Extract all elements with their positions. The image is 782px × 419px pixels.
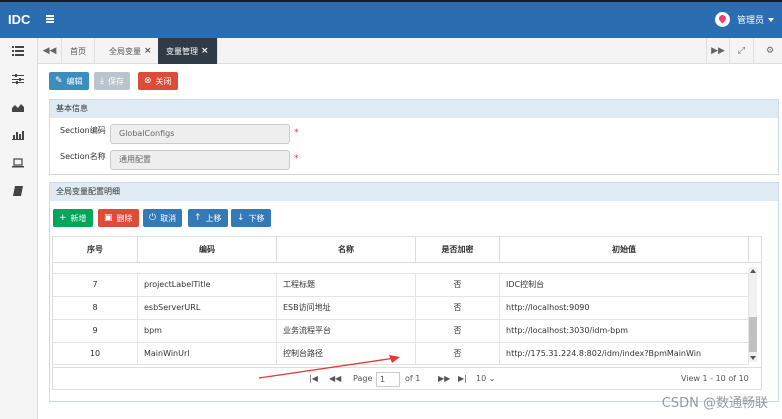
grid-scrollbar[interactable]: [749, 267, 757, 362]
left-sidebar: [0, 38, 38, 419]
arrow-down-icon: ↓: [237, 213, 245, 223]
column-header[interactable]: 编码: [138, 237, 277, 262]
last-page-icon[interactable]: ▶|: [458, 374, 467, 383]
grid-header: 序号 编码 名称 是否加密 初始值: [53, 237, 761, 263]
page-size-select[interactable]: 10 ⌄: [476, 374, 495, 383]
tab-strip: ◀◀ 首页 全局变量 × 变量管理 × ▶▶ ⤢ ⚙: [38, 38, 782, 64]
cell-encrypted: 否: [416, 274, 500, 296]
required-mark: *: [294, 154, 299, 164]
user-menu[interactable]: 管理员: [714, 12, 774, 27]
move-up-button[interactable]: ↑ 上移: [188, 209, 228, 227]
watermark: CSDN @数通畅联: [661, 396, 768, 411]
cell-no: 8: [53, 297, 138, 319]
view-count: View 1 - 10 of 10: [681, 374, 749, 383]
scrollbar-thumb[interactable]: [749, 317, 757, 352]
cell-name: 业务流程平台: [277, 320, 416, 342]
cell-code: projectLabelTitle: [138, 274, 277, 296]
user-avatar-icon: [714, 12, 730, 27]
tab-label: 变量管理: [166, 46, 198, 56]
cell-name: ESB访问地址: [277, 297, 416, 319]
table-row[interactable]: 8 esbServerURL ESB访问地址 否 http://localhos…: [53, 296, 749, 319]
tab-variable-management[interactable]: 变量管理 ×: [158, 38, 218, 64]
panel-title: 全局变量配置明细: [50, 183, 778, 201]
move-up-label: 上移: [205, 213, 222, 223]
delete-button[interactable]: ▣ 删除: [98, 209, 139, 227]
cell-no: 7: [53, 274, 138, 296]
book-icon[interactable]: [12, 186, 24, 196]
cell-name: 工程标题: [277, 274, 416, 296]
chevron-down-icon: ⌄: [488, 374, 496, 383]
scroll-up-icon[interactable]: [750, 269, 756, 273]
edit-icon: ✎: [55, 76, 63, 86]
edit-button[interactable]: ✎ 编辑: [49, 72, 89, 90]
bar-chart-icon[interactable]: [12, 130, 24, 140]
cell-value: IDC控制台: [500, 274, 749, 296]
annotation-arrow: [258, 355, 400, 379]
move-down-label: 下移: [248, 213, 265, 223]
cell-value: http://175.31.224.8:802/idm/index?BpmMai…: [500, 343, 749, 364]
list-icon[interactable]: [12, 46, 24, 56]
column-header[interactable]: 名称: [277, 237, 416, 262]
move-down-button[interactable]: ↓ 下移: [231, 209, 271, 227]
tab-label: 首页: [70, 46, 86, 56]
tab-home[interactable]: 首页: [62, 38, 95, 64]
add-label: 新增: [70, 213, 87, 223]
required-mark: *: [294, 128, 299, 138]
chevron-down-icon: [768, 17, 774, 22]
page-size-value: 10: [476, 374, 487, 383]
cell-value: http://localhost:3030/idm-bpm: [500, 320, 749, 342]
app-brand[interactable]: IDC: [8, 12, 30, 27]
plus-icon: +: [59, 213, 67, 223]
cell-value: http://localhost:9090: [500, 297, 749, 319]
tabs-scroll-right-icon[interactable]: ▶▶: [706, 38, 730, 64]
user-name: 管理员: [736, 16, 764, 26]
tabs-scroll-left-icon[interactable]: ◀◀: [38, 38, 62, 64]
column-header[interactable]: 序号: [53, 237, 138, 262]
edit-label: 编辑: [66, 76, 83, 86]
tab-global-variables[interactable]: 全局变量 ×: [101, 38, 161, 64]
close-button[interactable]: ⊗ 关闭: [138, 72, 178, 90]
add-button[interactable]: + 新增: [53, 209, 93, 227]
close-label: 关闭: [155, 76, 172, 86]
arrow-up-icon: ↑: [194, 213, 202, 223]
sliders-icon[interactable]: [12, 74, 24, 84]
save-button[interactable]: ⤓ 保存: [94, 72, 130, 90]
cell-encrypted: 否: [416, 320, 500, 342]
cell-code: bpm: [138, 320, 277, 342]
cancel-label: 取消: [160, 213, 177, 223]
next-page-icon[interactable]: ▶▶: [438, 374, 450, 383]
column-header[interactable]: 是否加密: [416, 237, 500, 262]
delete-label: 删除: [116, 213, 133, 223]
close-circle-icon: ⊗: [144, 76, 152, 86]
menu-toggle-icon[interactable]: [46, 15, 54, 23]
cancel-button[interactable]: ⏻ 取消: [143, 209, 183, 227]
area-chart-icon[interactable]: [12, 102, 24, 112]
cell-encrypted: 否: [416, 343, 500, 364]
cell-code: esbServerURL: [138, 297, 277, 319]
trash-icon: ▣: [104, 213, 113, 223]
table-row[interactable]: 9 bpm 业务流程平台 否 http://localhost:3030/idm…: [53, 319, 749, 342]
cell-encrypted: 否: [416, 297, 500, 319]
section-code-label: Section编码: [60, 126, 106, 135]
download-icon: ⤓: [100, 76, 104, 86]
table-row[interactable]: 7 projectLabelTitle 工程标题 否 IDC控制台: [53, 273, 749, 296]
tab-close-icon[interactable]: ×: [201, 46, 209, 56]
top-navbar: IDC 管理员: [0, 0, 782, 38]
section-name-field[interactable]: 通用配置: [110, 150, 290, 170]
cell-no: 10: [53, 343, 138, 364]
tab-label: 全局变量: [109, 46, 141, 56]
scroll-down-icon[interactable]: [750, 356, 756, 360]
gear-icon[interactable]: ⚙: [758, 38, 782, 64]
tab-close-icon[interactable]: ×: [144, 46, 152, 56]
cell-no: 9: [53, 320, 138, 342]
column-header[interactable]: 初始值: [500, 237, 749, 262]
fullscreen-icon[interactable]: ⤢: [730, 38, 754, 64]
panel-title: 基本信息: [50, 100, 778, 118]
save-label: 保存: [107, 76, 124, 86]
laptop-icon[interactable]: [12, 158, 24, 168]
section-code-field[interactable]: GlobalConfigs: [110, 124, 290, 144]
section-name-label: Section名称: [60, 152, 106, 161]
power-icon: ⏻: [149, 213, 157, 223]
